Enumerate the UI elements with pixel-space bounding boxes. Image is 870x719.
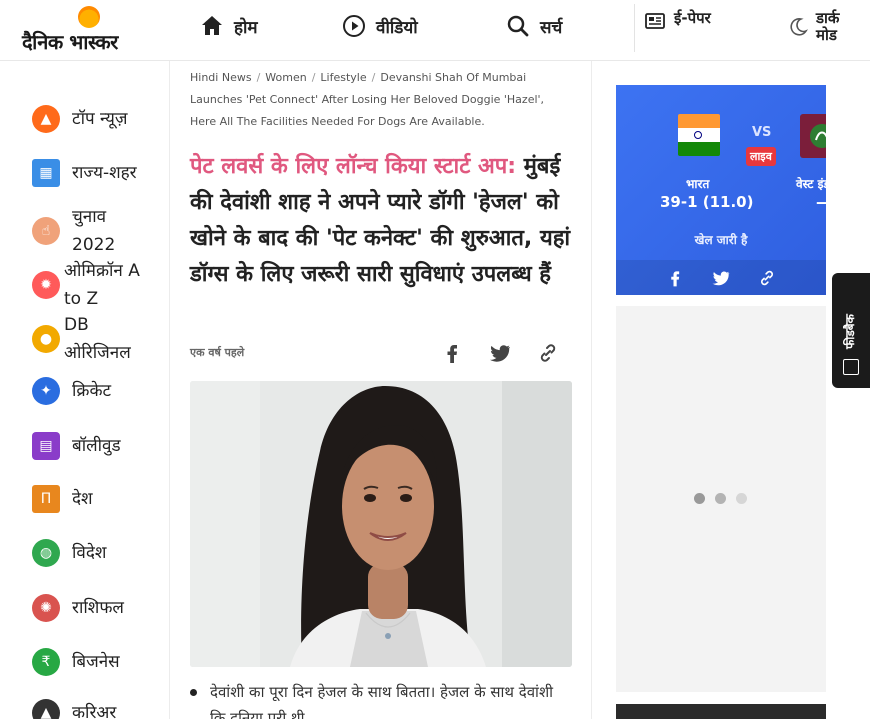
sidebar-item-rashifal[interactable]: ✺ राशिफल [32,594,124,622]
sidebar-item-label: देश [72,489,93,509]
copy-link-icon[interactable] [757,268,777,288]
sun-logo-icon [78,6,100,28]
ad-placeholder [616,306,826,692]
search-icon [507,15,529,37]
sidebar-item-top-news[interactable]: ▲ टॉप न्यूज़ [32,105,128,133]
nav-home-label: होम [234,17,258,38]
graduation-cap-icon: ▲ [32,699,60,719]
dainik-bhaskar-logo[interactable]: दैनिक भास्कर [22,6,162,54]
team2-name: वेस्ट इंडीज [796,177,826,191]
clapper-icon: ▤ [32,432,60,460]
rupee-icon: ₹ [32,648,60,676]
sidebar-item-business[interactable]: ₹ बिजनेस [32,648,120,676]
sidebar-item-label: टॉप न्यूज़ [72,109,128,129]
live-badge: लाइव [746,147,776,166]
team1-name: भारत [686,177,710,191]
sidebar-item-label: राशिफल [72,598,124,618]
next-card-thumbnail[interactable] [616,704,826,719]
woman-portrait-image [190,381,572,667]
feedback-label: फीडबैक [843,314,857,349]
newspaper-icon [645,13,665,29]
team1-score: 39-1 (11.0) [660,193,754,211]
sidebar-item-videsh[interactable]: ◍ विदेश [32,539,106,567]
nav-video[interactable]: वीडियो [342,12,418,40]
sidebar-item-omicron[interactable]: ✹ ओमिक्रॉन A to Z [32,257,160,313]
moon-icon [790,18,808,36]
feedback-tab[interactable]: फीडबैक [832,273,870,388]
top-header: दैनिक भास्कर होम वीडियो सर्च ई-पेपर डार्… [0,0,870,61]
article-hero-image [190,381,572,667]
logo-text: दैनिक भास्कर [22,30,118,54]
sidebar-item-label: बिजनेस [72,652,120,672]
loading-dots [694,493,747,504]
twitter-share-icon[interactable] [488,341,512,365]
breadcrumb-link-lifestyle[interactable]: Lifestyle [320,71,366,84]
virus-icon: ✹ [32,271,60,299]
sidebar-item-label: विदेश [72,543,107,563]
sidebar-item-label: क्रिकेट [72,381,112,401]
sidebar-item-db-original[interactable]: ● DB ओरिजिनल [32,311,160,367]
india-gate-icon: Π [32,485,60,513]
summary-bullet: देवांशी का पूरा दिन हेजल के साथ बितता। ह… [190,679,570,719]
match-status: खेल जारी है [694,233,748,247]
flame-icon: ▲ [32,105,60,133]
vs-label: VS [752,125,772,140]
sidebar: ▲ टॉप न्यूज़ ▦ राज्य-शहर ☝ चुनाव 2022 ✹ … [0,61,170,719]
dark-mode-label: डार्क मोड [816,9,840,44]
breadcrumb-link-women[interactable]: Women [265,71,306,84]
sidebar-item-cricket[interactable]: ✦ क्रिकेट [32,377,111,405]
sidebar-item-label: राज्य-शहर [72,163,137,183]
india-flag-icon [678,114,720,156]
header-divider [634,4,635,52]
sidebar-item-label: ओमिक्रॉन A to Z [64,261,140,309]
headline-highlight: पेट लवर्स के लिए लॉन्च किया स्टार्ट अप: [190,154,517,179]
nav-video-label: वीडियो [376,17,418,38]
epaper-label: ई-पेपर [674,9,711,27]
play-icon [343,15,365,37]
team2-score: — [816,193,826,211]
city-icon: ▦ [32,159,60,187]
nav-search-label: सर्च [540,17,563,38]
article: Hindi News / Women / Lifestyle / Devanshi Shah… [170,61,592,719]
live-score-widget[interactable]: VS लाइव भारत 39-1 (11.0) वेस्ट इंडीज — ख… [616,85,826,295]
sidebar-item-label: DB ओरिजिनल [64,315,131,363]
sidebar-item-label: बॉलीवुड [72,436,121,456]
nav-search[interactable]: सर्च [506,12,562,40]
score-share-bar [616,260,826,295]
globe-icon: ◍ [32,539,60,567]
db-original-icon: ● [32,325,60,353]
facebook-share-icon[interactable] [665,268,685,288]
sidebar-item-bollywood[interactable]: ▤ बॉलीवुड [32,432,121,460]
dark-mode-toggle[interactable]: डार्क मोड [788,10,856,44]
article-headline: पेट लवर्स के लिए लॉन्च किया स्टार्ट अप: … [190,149,572,293]
home-icon [202,16,222,35]
nav-home[interactable]: होम [200,12,258,40]
zodiac-icon: ✺ [32,594,60,622]
sidebar-item-state-city[interactable]: ▦ राज्य-शहर [32,159,137,187]
breadcrumb-link-hindi-news[interactable]: Hindi News [190,71,252,84]
cricket-icon: ✦ [32,377,60,405]
sidebar-item-label: करिअर [72,703,117,719]
breadcrumb: Hindi News / Women / Lifestyle / Devanshi Shah… [190,71,545,128]
publish-time: एक वर्ष पहले [190,346,245,359]
sidebar-item-desh[interactable]: Π देश [32,485,93,513]
sidebar-item-career[interactable]: ▲ करिअर [32,699,116,719]
west-indies-flag-icon [800,114,826,158]
facebook-share-icon[interactable] [440,341,464,365]
feedback-icon [843,359,859,375]
nav-epaper[interactable]: ई-पेपर [644,10,714,32]
twitter-share-icon[interactable] [711,268,731,288]
sidebar-item-label: चुनाव 2022 [72,207,116,255]
copy-link-icon[interactable] [536,341,560,365]
vote-finger-icon: ☝ [32,217,60,245]
sidebar-item-election[interactable]: ☝ चुनाव 2022 [32,203,132,259]
